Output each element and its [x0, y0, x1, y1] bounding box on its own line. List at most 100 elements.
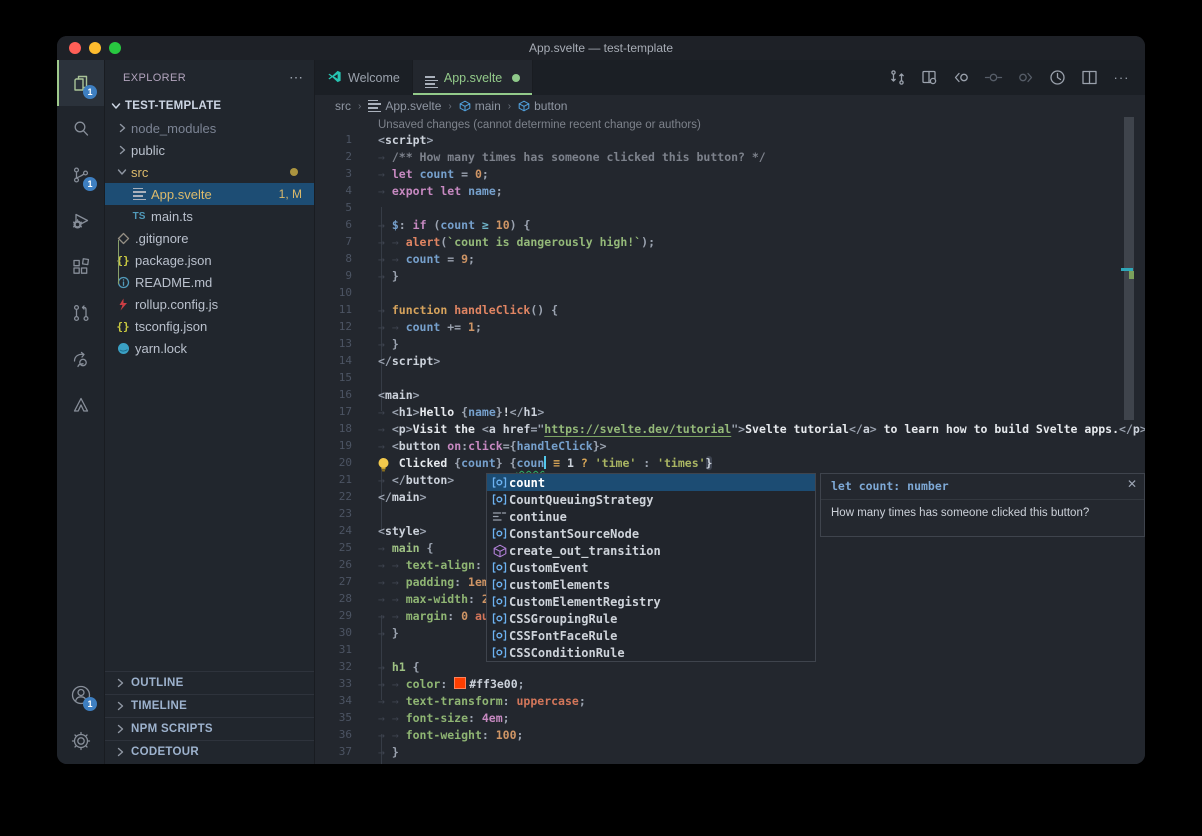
line-number: 21	[315, 473, 352, 490]
json-file-icon: {}	[115, 320, 131, 333]
suggestion-create_out_transition[interactable]: create_out_transition	[487, 542, 815, 559]
tree-item-yarn-lock[interactable]: yarn.lock	[105, 337, 314, 359]
suggestion-countqueuingstrategy[interactable]: CountQueuingStrategy	[487, 491, 815, 508]
suggest-details-popup: let count: number How many times has som…	[820, 473, 1145, 537]
suggestion-customelements[interactable]: customElements	[487, 576, 815, 593]
symbol-icon	[518, 100, 530, 112]
tab-bar: Welcome App.svelte ···	[315, 60, 1145, 95]
symbol-variable-icon	[490, 527, 509, 540]
split-editor-icon[interactable]	[1080, 68, 1099, 87]
tree-item-src[interactable]: src	[105, 161, 314, 183]
panel-npm-scripts[interactable]: NPM SCRIPTS	[105, 717, 314, 740]
breadcrumb-item-main[interactable]: main	[459, 99, 501, 113]
code-line[interactable]: 16<main>	[315, 388, 1145, 405]
file-history-icon[interactable]	[1048, 68, 1067, 87]
activity-item-azure[interactable]	[57, 382, 104, 428]
panel-outline[interactable]: OUTLINE	[105, 671, 314, 694]
code-line[interactable]: 17→ <h1>Hello {name}!</h1>	[315, 405, 1145, 422]
breadcrumb-item-src[interactable]: src	[335, 99, 351, 113]
code-line[interactable]: 3→ let count = 0;	[315, 167, 1145, 184]
suggestion-cssfontfacerule[interactable]: CSSFontFaceRule	[487, 627, 815, 644]
git-status-badge: 1, M	[279, 187, 302, 201]
workspace-section-header[interactable]: TEST-TEMPLATE	[105, 95, 314, 117]
code-line[interactable]: 2→ /** How many times has someone clicke…	[315, 150, 1145, 167]
line-number: 37	[315, 745, 352, 762]
code-line[interactable]: 8→ → count = 9;	[315, 252, 1145, 269]
tree-item-main-ts[interactable]: TSmain.ts	[105, 205, 314, 227]
code-line[interactable]: 11→ function handleClick() {	[315, 303, 1145, 320]
suggestion-customevent[interactable]: CustomEvent	[487, 559, 815, 576]
code-line[interactable]: 10	[315, 286, 1145, 303]
activity-item-github-pull-requests[interactable]	[57, 290, 104, 336]
activity-item-source-control[interactable]: 1	[57, 152, 104, 198]
code-line[interactable]: 32→ h1 {	[315, 660, 1145, 677]
line-number: 9	[315, 269, 352, 286]
suggestion-continue[interactable]: continue	[487, 508, 815, 525]
code-line[interactable]: 35→ → font-size: 4em;	[315, 711, 1145, 728]
suggestion-count[interactable]: count	[487, 474, 815, 491]
activity-item-settings[interactable]	[57, 718, 104, 764]
tree-indent-guide	[118, 240, 119, 284]
code-line[interactable]: 5	[315, 201, 1145, 218]
explorer-more-actions-icon[interactable]: ⋯	[289, 69, 304, 86]
code-editor[interactable]: Unsaved changes (cannot determine recent…	[315, 117, 1145, 764]
more-actions-icon[interactable]: ···	[1112, 68, 1131, 87]
code-line[interactable]: 12→ → count += 1;	[315, 320, 1145, 337]
current-change-icon[interactable]	[984, 68, 1003, 87]
close-window-button[interactable]	[69, 42, 81, 54]
code-line[interactable]: 14</script>	[315, 354, 1145, 371]
zoom-window-button[interactable]	[109, 42, 121, 54]
tab-welcome[interactable]: Welcome	[315, 60, 413, 95]
editor-actions: ···	[888, 60, 1145, 95]
panel-timeline[interactable]: TIMELINE	[105, 694, 314, 717]
code-line[interactable]: 20 Clicked {count} {coun ≡ 1 ? 'time' : …	[315, 456, 1145, 473]
tree-item-app-svelte[interactable]: App.svelte1, M	[105, 183, 314, 205]
code-line[interactable]: 4→ export let name;	[315, 184, 1145, 201]
chevron-right-icon	[115, 701, 125, 711]
code-line[interactable]: 33→ → color: #ff3e00;	[315, 677, 1145, 694]
activity-item-run-debug[interactable]	[57, 198, 104, 244]
minimize-window-button[interactable]	[89, 42, 101, 54]
tree-item-node-modules[interactable]: node_modules	[105, 117, 314, 139]
close-icon[interactable]: ✕	[1127, 478, 1137, 490]
activity-item-search[interactable]	[57, 106, 104, 152]
suggestion-cssconditionrule[interactable]: CSSConditionRule	[487, 644, 815, 661]
tab-app-svelte[interactable]: App.svelte	[413, 60, 533, 95]
tree-item-rollup-config-js[interactable]: rollup.config.js	[105, 293, 314, 315]
previous-change-icon[interactable]	[952, 68, 971, 87]
overview-ruler-change-marker	[1129, 271, 1134, 279]
code-line[interactable]: 19→ <button on:click={handleClick}>	[315, 439, 1145, 456]
panel-codetour[interactable]: CODETOUR	[105, 740, 314, 763]
tree-item-public[interactable]: public	[105, 139, 314, 161]
activity-item-explorer[interactable]: 1	[57, 60, 104, 106]
code-line[interactable]: 13→ }	[315, 337, 1145, 354]
code-line[interactable]: 1<script>	[315, 133, 1145, 150]
tree-item-tsconfig-json[interactable]: {}tsconfig.json	[105, 315, 314, 337]
code-line[interactable]: 18→ <p>Visit the <a href="https://svelte…	[315, 422, 1145, 439]
code-line[interactable]: 7→ → alert(`count is dangerously high!`)…	[315, 235, 1145, 252]
activity-item-accounts[interactable]: 1	[57, 672, 104, 718]
next-change-icon[interactable]	[1016, 68, 1035, 87]
sidebar-title: EXPLORER	[123, 72, 186, 84]
open-changes-icon[interactable]	[920, 68, 939, 87]
code-line[interactable]: 36→ → font-weight: 100;	[315, 728, 1145, 745]
tree-item-readme-md[interactable]: README.md	[105, 271, 314, 293]
tree-item-package-json[interactable]: {}package.json	[105, 249, 314, 271]
code-line[interactable]: 6→ $: if (count ≥ 10) {	[315, 218, 1145, 235]
lightbulb-icon[interactable]	[376, 457, 392, 473]
suggestion-cssgroupingrule[interactable]: CSSGroupingRule	[487, 610, 815, 627]
code-line[interactable]: 15	[315, 371, 1145, 388]
activity-item-extensions[interactable]	[57, 244, 104, 290]
line-number: 28	[315, 592, 352, 609]
suggestion-customelementregistry[interactable]: CustomElementRegistry	[487, 593, 815, 610]
breadcrumb-item-button[interactable]: button	[518, 99, 567, 113]
tree-item--gitignore[interactable]: .gitignore	[105, 227, 314, 249]
code-line[interactable]: 37→ }	[315, 745, 1145, 762]
code-line[interactable]: 9→ }	[315, 269, 1145, 286]
chevron-down-icon	[115, 167, 129, 177]
suggestion-constantsourcenode[interactable]: ConstantSourceNode	[487, 525, 815, 542]
code-line[interactable]: 34→ → text-transform: uppercase;	[315, 694, 1145, 711]
breadcrumb-item-app-svelte[interactable]: App.svelte	[368, 99, 441, 113]
compare-changes-icon[interactable]	[888, 68, 907, 87]
activity-item-live-share[interactable]	[57, 336, 104, 382]
